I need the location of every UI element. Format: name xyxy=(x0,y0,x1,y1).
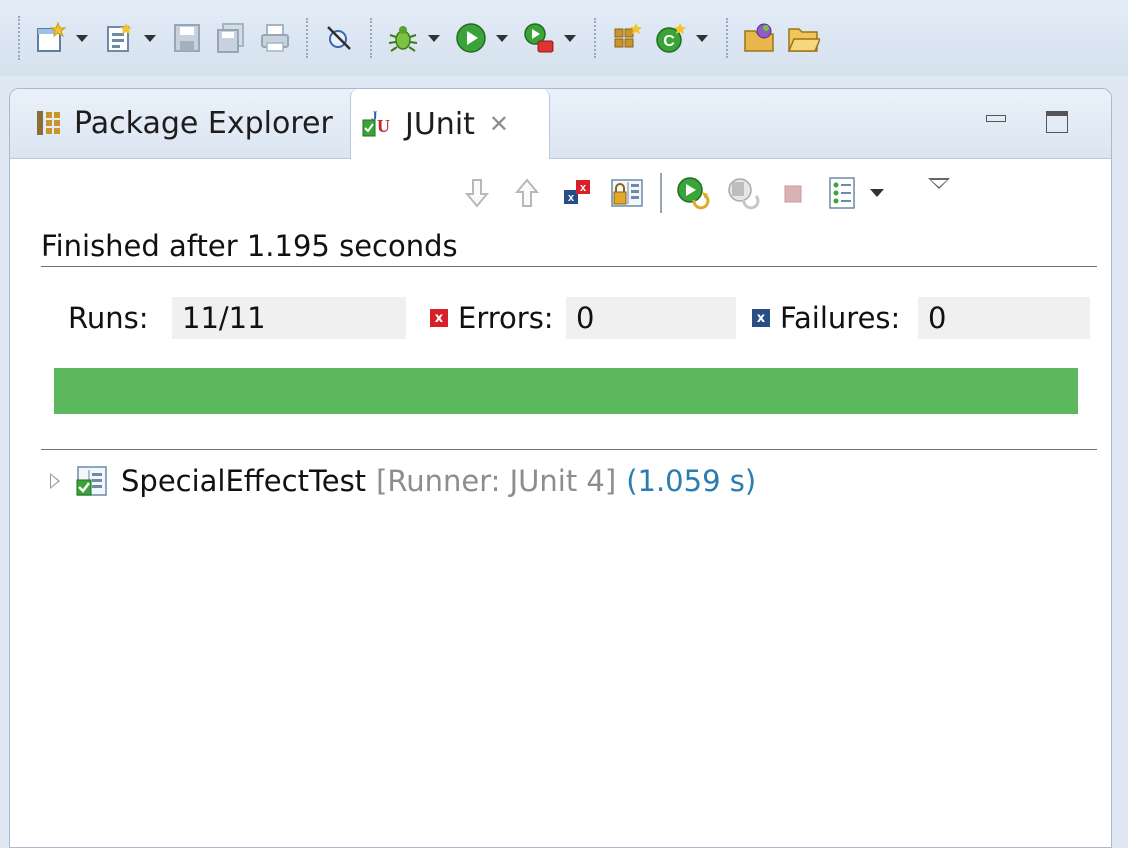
close-icon[interactable]: ✕ xyxy=(489,110,509,138)
test-suite-ok-icon xyxy=(76,466,107,496)
progress-bar xyxy=(54,368,1078,414)
new-package-icon xyxy=(107,23,132,52)
svg-text:U: U xyxy=(377,116,390,136)
toolbar-separator xyxy=(594,18,598,58)
junit-view: Package Explorer U J JUnit ✕ x x Finishe… xyxy=(9,88,1112,848)
open-type-icon xyxy=(744,23,774,52)
next-failure-icon[interactable] xyxy=(460,176,494,210)
errors-value: 0 xyxy=(566,297,736,339)
run-external-button[interactable] xyxy=(522,21,580,55)
expand-icon[interactable] xyxy=(50,473,60,489)
main-toolbar: C xyxy=(0,0,1128,76)
svg-text:C: C xyxy=(663,33,675,50)
run-button[interactable] xyxy=(454,21,512,55)
save-icon xyxy=(174,24,200,52)
run-icon xyxy=(456,23,486,53)
failures-label-group: x Failures: xyxy=(752,301,900,335)
print-button[interactable] xyxy=(258,21,292,55)
svg-text:x: x xyxy=(568,192,575,204)
minimize-button[interactable] xyxy=(986,113,1008,131)
skip-breakpoints-button[interactable] xyxy=(322,21,356,55)
new-java-class-button[interactable]: C xyxy=(654,21,712,55)
run-external-icon xyxy=(524,23,554,53)
run-external-dropdown-icon[interactable] xyxy=(564,34,576,42)
run-dropdown-icon[interactable] xyxy=(496,34,508,42)
view-tab-strip: Package Explorer U J JUnit ✕ xyxy=(10,89,1111,159)
show-failures-only-icon[interactable]: x x xyxy=(560,176,594,210)
skip-breakpoints-icon xyxy=(327,26,351,50)
divider xyxy=(41,449,1097,450)
save-button[interactable] xyxy=(170,21,204,55)
debug-button[interactable] xyxy=(386,21,444,55)
errors-label-group: x Errors: xyxy=(430,301,554,335)
history-icon[interactable] xyxy=(826,176,860,210)
new-button[interactable] xyxy=(34,21,92,55)
new-icon xyxy=(37,21,67,52)
toolbar-separator xyxy=(726,18,730,58)
new-java-package-button[interactable] xyxy=(610,21,644,55)
divider xyxy=(41,266,1097,267)
junit-icon: U J xyxy=(362,108,390,137)
stop-icon[interactable] xyxy=(776,176,810,210)
save-all-icon xyxy=(217,23,244,53)
history-dropdown-icon[interactable] xyxy=(870,189,884,197)
toolbar-separator xyxy=(306,18,310,58)
status-message: Finished after 1.195 seconds xyxy=(41,229,458,263)
tab-package-explorer[interactable]: Package Explorer xyxy=(34,89,333,157)
new-java-class-dropdown-icon[interactable] xyxy=(696,34,708,42)
svg-text:x: x xyxy=(580,182,587,194)
scroll-lock-icon[interactable] xyxy=(610,176,644,210)
new-dropdown-icon[interactable] xyxy=(76,34,88,42)
new-package-dropdown-icon[interactable] xyxy=(144,34,156,42)
new-java-package-icon xyxy=(614,23,642,48)
failures-label: Failures: xyxy=(780,301,901,335)
test-tree-row[interactable]: SpecialEffectTest [Runner: JUnit 4] (1.0… xyxy=(50,459,756,503)
errors-label: Errors: xyxy=(458,301,554,335)
print-icon xyxy=(261,24,289,52)
failures-value: 0 xyxy=(918,297,1090,339)
open-folder-icon xyxy=(787,28,820,52)
new-java-class-icon: C xyxy=(656,23,686,53)
tab-label: Package Explorer xyxy=(74,105,333,141)
package-explorer-icon xyxy=(37,111,60,135)
test-duration: (1.059 s) xyxy=(626,464,757,498)
debug-icon xyxy=(388,26,418,52)
rerun-failed-icon[interactable] xyxy=(726,176,760,210)
test-runner-label: [Runner: JUnit 4] xyxy=(376,464,617,498)
junit-toolbar: x x xyxy=(460,169,950,217)
toolbar-separator xyxy=(370,18,374,58)
error-icon: x xyxy=(430,309,448,327)
tab-junit[interactable]: U J JUnit ✕ xyxy=(350,89,550,159)
view-menu-icon[interactable] xyxy=(928,177,950,189)
maximize-button[interactable] xyxy=(1046,111,1068,133)
failure-icon: x xyxy=(752,309,770,327)
test-class-name: SpecialEffectTest xyxy=(121,464,367,498)
toolbar-grip[interactable] xyxy=(18,16,24,60)
open-folder-button[interactable] xyxy=(786,21,820,55)
debug-dropdown-icon[interactable] xyxy=(428,34,440,42)
open-type-button[interactable] xyxy=(742,21,776,55)
tab-label: JUnit xyxy=(405,106,475,142)
runs-value: 11/11 xyxy=(172,297,406,339)
counter-panel: Runs: 11/11 x Errors: 0 x Failures: 0 xyxy=(68,297,1098,341)
toolbar-separator xyxy=(660,173,662,213)
progress-fill xyxy=(54,368,1078,414)
svg-text:J: J xyxy=(371,108,378,123)
save-all-button[interactable] xyxy=(214,21,248,55)
rerun-icon[interactable] xyxy=(676,176,710,210)
runs-label: Runs: xyxy=(68,301,149,335)
new-package-button[interactable] xyxy=(102,21,160,55)
previous-failure-icon[interactable] xyxy=(510,176,544,210)
